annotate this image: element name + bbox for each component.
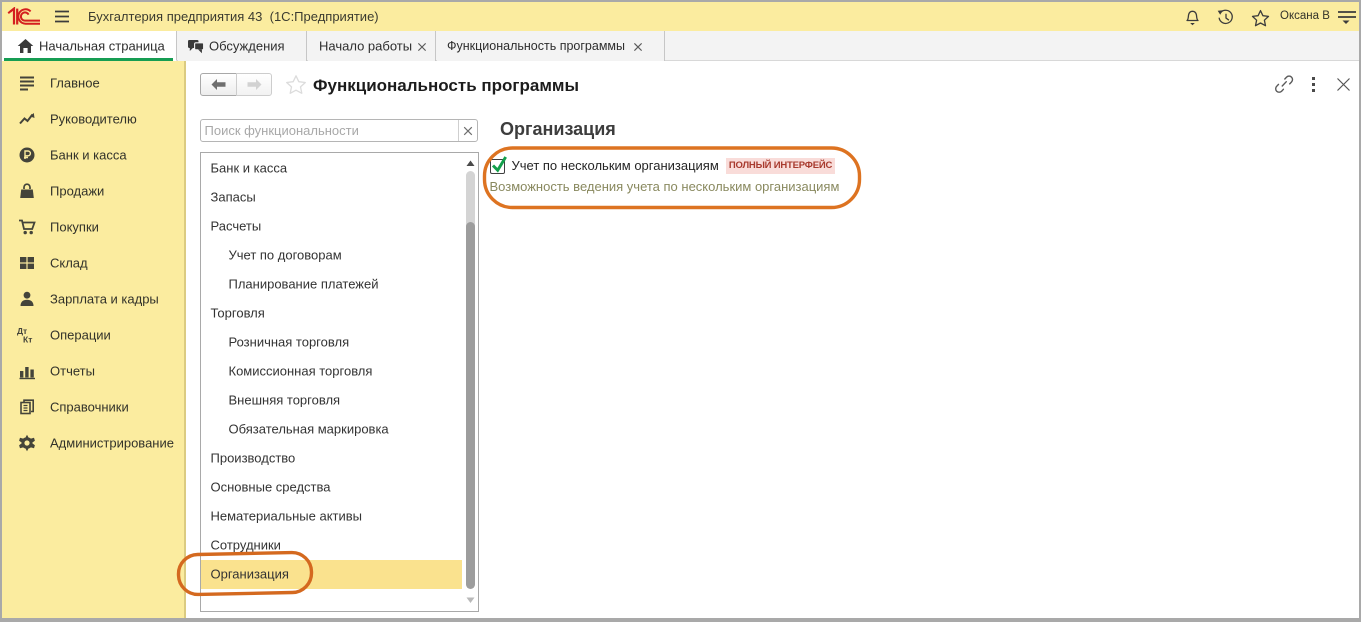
svg-text:Кт: Кт (23, 335, 32, 345)
